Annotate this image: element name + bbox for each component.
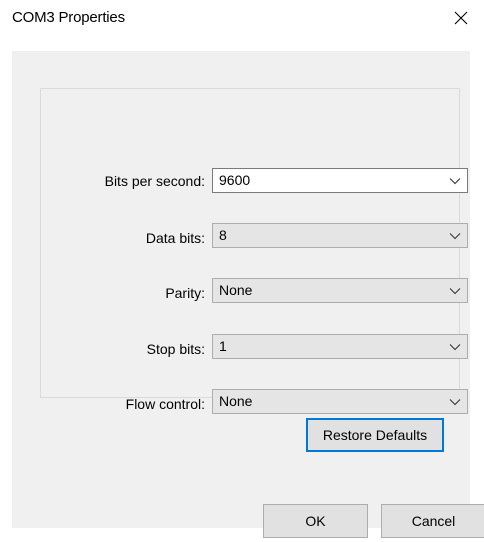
port-settings-group: Bits per second: 9600 Data bits: 8 Parit… bbox=[40, 88, 468, 414]
bits-per-second-value: 9600 bbox=[219, 172, 251, 188]
stop-bits-combo[interactable]: 1 bbox=[212, 334, 468, 359]
bits-per-second-label: Bits per second: bbox=[104, 173, 205, 189]
stop-bits-value: 1 bbox=[219, 338, 227, 354]
title-bar: COM3 Properties bbox=[0, 0, 484, 36]
close-icon bbox=[454, 11, 468, 25]
flow-control-value: None bbox=[219, 393, 253, 409]
chevron-down-icon bbox=[449, 344, 461, 351]
close-button[interactable] bbox=[438, 0, 484, 36]
parity-combo[interactable]: None bbox=[212, 278, 468, 303]
stop-bits-label: Stop bits: bbox=[146, 341, 205, 357]
flow-control-label: Flow control: bbox=[125, 396, 205, 412]
bits-per-second-combo[interactable]: 9600 bbox=[212, 168, 468, 193]
chevron-down-icon bbox=[449, 288, 461, 295]
restore-defaults-button[interactable]: Restore Defaults bbox=[306, 418, 444, 452]
ok-button[interactable]: OK bbox=[263, 504, 368, 538]
data-bits-combo[interactable]: 8 bbox=[212, 223, 468, 248]
chevron-down-icon bbox=[449, 233, 461, 240]
chevron-down-icon bbox=[449, 178, 461, 185]
data-bits-label: Data bits: bbox=[145, 230, 205, 246]
dialog-content: Bits per second: 9600 Data bits: 8 Parit… bbox=[12, 51, 484, 538]
chevron-down-icon bbox=[449, 399, 461, 406]
flow-control-combo[interactable]: None bbox=[212, 389, 468, 414]
window-title: COM3 Properties bbox=[12, 9, 125, 26]
cancel-button[interactable]: Cancel bbox=[381, 504, 484, 538]
properties-dialog: COM3 Properties Bits per second: 9600 Da… bbox=[0, 0, 484, 542]
parity-label: Parity: bbox=[165, 285, 205, 301]
data-bits-value: 8 bbox=[219, 227, 227, 243]
parity-value: None bbox=[219, 282, 253, 298]
